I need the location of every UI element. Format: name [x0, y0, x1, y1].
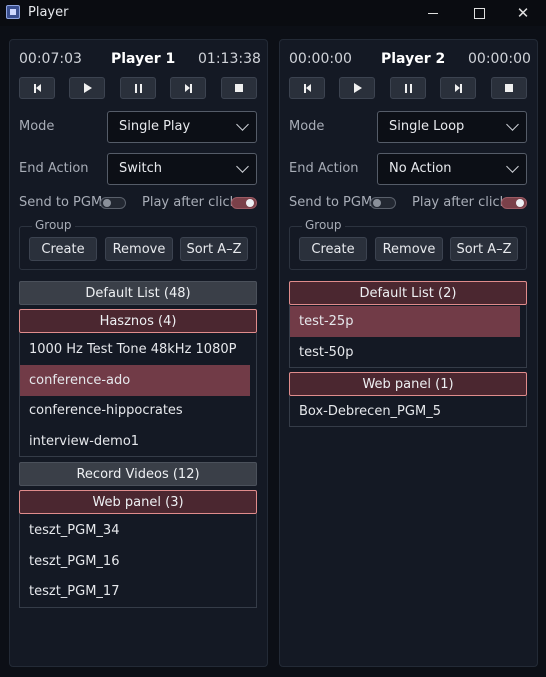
player-1-panel: 00:07:03 Player 1 01:13:38 Mode Single P…: [9, 39, 268, 667]
list-hasznos: 1000 Hz Test Tone 48kHz 1080P conference…: [19, 333, 257, 457]
mode-select[interactable]: Single Loop: [377, 111, 527, 143]
pause-button[interactable]: [390, 77, 426, 99]
mode-label: Mode: [19, 119, 55, 134]
play-after-click-toggle[interactable]: [231, 197, 257, 209]
list-header-web-panel[interactable]: Web panel (3): [19, 490, 257, 514]
sort-button[interactable]: Sort A–Z: [180, 237, 248, 261]
stop-button[interactable]: [491, 77, 527, 99]
list-item-selected[interactable]: conference-ado: [20, 365, 250, 396]
end-action-select[interactable]: No Action: [377, 153, 527, 185]
close-icon: ✕: [516, 3, 530, 22]
list-item[interactable]: teszt_PGM_17: [20, 576, 250, 607]
list-item[interactable]: interview-demo1: [20, 426, 250, 457]
duration-time: 01:13:38: [198, 51, 261, 67]
duration-time: 00:00:00: [468, 51, 531, 67]
pause-button[interactable]: [120, 77, 156, 99]
create-button[interactable]: Create: [299, 237, 367, 261]
player-title: Player 1: [111, 51, 176, 67]
play-button[interactable]: [69, 77, 105, 99]
previous-button[interactable]: [19, 77, 55, 99]
minimize-button[interactable]: [410, 0, 456, 26]
play-after-click-label: Play after click: [412, 195, 508, 210]
title-bar: Player ✕: [0, 0, 546, 26]
end-action-label: End Action: [19, 161, 89, 176]
end-action-value: No Action: [389, 161, 452, 176]
window-title: Player: [28, 5, 69, 20]
list-web-panel: Box-Debrecen_PGM_5: [289, 396, 527, 427]
chevron-down-icon: [236, 118, 249, 131]
send-to-pgm-label: Send to PGM: [289, 195, 373, 210]
list-header-hasznos[interactable]: Hasznos (4): [19, 309, 257, 333]
list-item[interactable]: conference-hippocrates: [20, 395, 250, 426]
list-item-selected[interactable]: test-25p: [290, 306, 520, 337]
skip-previous-icon: [303, 83, 311, 93]
list-header-default[interactable]: Default List (2): [289, 281, 527, 305]
send-to-pgm-label: Send to PGM: [19, 195, 103, 210]
end-action-select[interactable]: Switch: [107, 153, 257, 185]
sort-button[interactable]: Sort A–Z: [450, 237, 518, 261]
send-to-pgm-toggle[interactable]: [370, 197, 396, 209]
end-action-value: Switch: [119, 161, 162, 176]
play-icon: [354, 83, 362, 93]
previous-button[interactable]: [289, 77, 325, 99]
elapsed-time: 00:00:00: [289, 51, 352, 67]
chevron-down-icon: [506, 160, 519, 173]
stop-icon: [505, 84, 513, 92]
minimize-icon: [428, 12, 438, 14]
next-button[interactable]: [440, 77, 476, 99]
list-header-default[interactable]: Default List (48): [19, 281, 257, 305]
list-item[interactable]: teszt_PGM_34: [20, 515, 250, 546]
maximize-button[interactable]: [456, 0, 502, 26]
list-item[interactable]: teszt_PGM_16: [20, 546, 250, 577]
play-button[interactable]: [339, 77, 375, 99]
group-title: Group: [32, 218, 75, 232]
stop-icon: [235, 84, 243, 92]
mode-value: Single Play: [119, 119, 191, 134]
skip-next-icon: [184, 83, 192, 93]
maximize-icon: [473, 7, 485, 19]
play-after-click-label: Play after click: [142, 195, 238, 210]
stop-button[interactable]: [221, 77, 257, 99]
list-item[interactable]: test-50p: [290, 337, 520, 368]
send-to-pgm-toggle[interactable]: [100, 197, 126, 209]
pause-icon: [404, 83, 412, 93]
create-button[interactable]: Create: [29, 237, 97, 261]
chevron-down-icon: [236, 160, 249, 173]
group-box: Group Create Remove Sort A–Z: [289, 218, 527, 270]
next-button[interactable]: [170, 77, 206, 99]
pause-icon: [134, 83, 142, 93]
list-item[interactable]: Box-Debrecen_PGM_5: [290, 396, 520, 427]
list-item[interactable]: 1000 Hz Test Tone 48kHz 1080P: [20, 334, 250, 365]
skip-next-icon: [454, 83, 462, 93]
list-default: test-25p test-50p: [289, 305, 527, 368]
mode-select[interactable]: Single Play: [107, 111, 257, 143]
player-2-panel: 00:00:00 Player 2 00:00:00 Mode Single L…: [279, 39, 538, 667]
mode-value: Single Loop: [389, 119, 465, 134]
remove-button[interactable]: Remove: [105, 237, 173, 261]
player-title: Player 2: [381, 51, 446, 67]
play-icon: [84, 83, 92, 93]
remove-button[interactable]: Remove: [375, 237, 443, 261]
skip-previous-icon: [33, 83, 41, 93]
end-action-label: End Action: [289, 161, 359, 176]
chevron-down-icon: [506, 118, 519, 131]
group-title: Group: [302, 218, 345, 232]
app-icon: [6, 5, 20, 19]
list-web-panel: teszt_PGM_34 teszt_PGM_16 teszt_PGM_17: [19, 514, 257, 608]
list-header-web-panel[interactable]: Web panel (1): [289, 372, 527, 396]
mode-label: Mode: [289, 119, 325, 134]
elapsed-time: 00:07:03: [19, 51, 82, 67]
list-header-record-videos[interactable]: Record Videos (12): [19, 462, 257, 486]
play-after-click-toggle[interactable]: [501, 197, 527, 209]
group-box: Group Create Remove Sort A–Z: [19, 218, 257, 270]
close-button[interactable]: ✕: [500, 0, 546, 26]
